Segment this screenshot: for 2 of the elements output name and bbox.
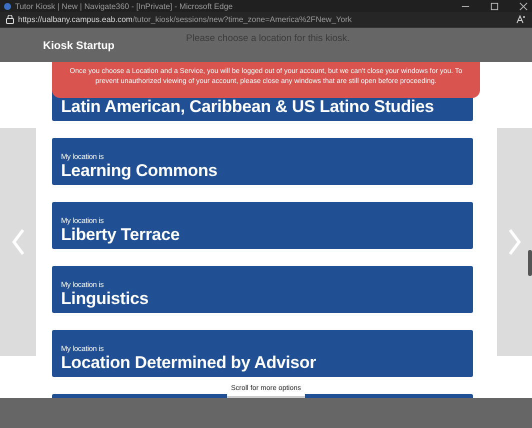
window-title: Tutor Kiosk | New | Navigate360 - [InPrivate] - Microsoft Edge — [15, 2, 234, 10]
page-title: Kiosk Startup — [43, 40, 116, 52]
